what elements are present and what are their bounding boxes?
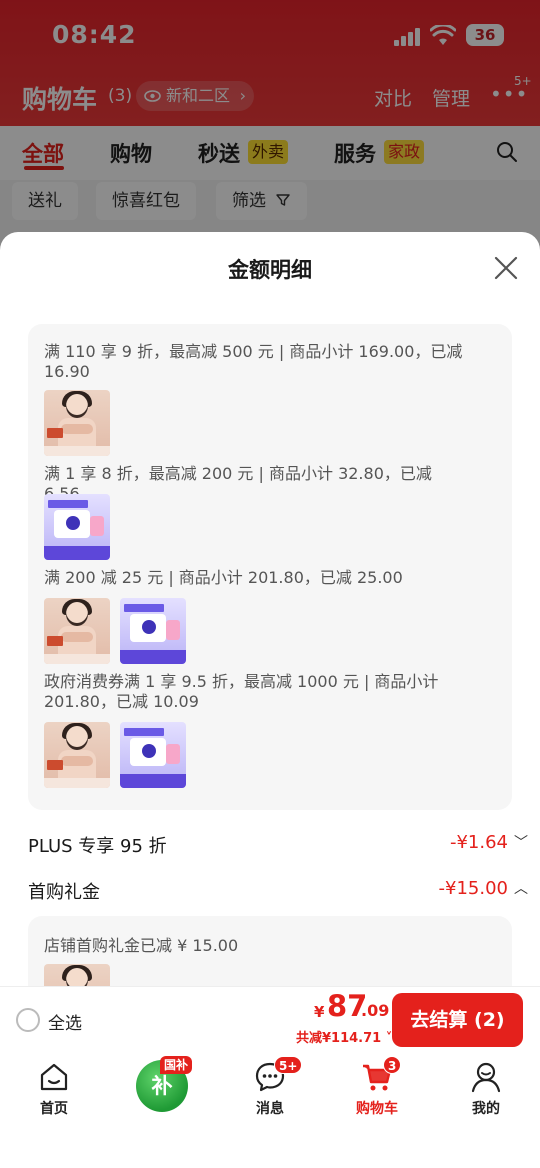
price-currency: ¥ bbox=[314, 1003, 325, 1021]
total-saved-text: 共减¥114.71 bbox=[296, 1031, 382, 1046]
user-icon bbox=[471, 1062, 501, 1093]
select-all-checkbox[interactable] bbox=[16, 1008, 40, 1032]
amount-detail-sheet: 金额明细 . — 满 110 享 9 折，最高减 500 元 | 商品小计 16… bbox=[0, 232, 540, 992]
first-purchase-detail: 店铺首购礼金已减 ¥ 15.00 bbox=[28, 916, 512, 992]
total-saved-toggle[interactable]: 共减¥114.71 ˅ bbox=[296, 1027, 392, 1046]
subsidy-tag: 国补 bbox=[160, 1056, 193, 1074]
nav-home[interactable]: 首页 bbox=[14, 1060, 94, 1118]
first-purchase-value: -¥15.00 bbox=[438, 878, 508, 899]
plus-discount-label: PLUS 专享 95 折 bbox=[28, 836, 167, 857]
promo-breakdown: 满 110 享 9 折，最高减 500 元 | 商品小计 169.00，已减 1… bbox=[28, 324, 512, 810]
product-thumbnail-tissue[interactable] bbox=[44, 494, 110, 560]
first-purchase-detail-text: 店铺首购礼金已减 ¥ 15.00 bbox=[44, 936, 239, 955]
cart-badge: 3 bbox=[383, 1056, 402, 1074]
chevron-down-icon: ﹀ bbox=[514, 835, 528, 851]
nav-home-label: 首页 bbox=[40, 1101, 68, 1117]
product-thumbnail-bra[interactable] bbox=[44, 390, 110, 456]
product-thumbnail-bra[interactable] bbox=[44, 722, 110, 788]
subsidy-icon: 补 bbox=[151, 1074, 173, 1098]
first-purchase-gift-row[interactable]: 首购礼金 -¥15.00 ︿ bbox=[28, 878, 528, 904]
chevron-down-icon: ˅ bbox=[381, 1031, 393, 1046]
product-thumbnail-bra[interactable] bbox=[44, 598, 110, 664]
nav-mine[interactable]: 我的 bbox=[446, 1060, 526, 1118]
promo-line: 政府消费券满 1 享 9.5 折，最高减 1000 元 | 商品小计 201.8… bbox=[44, 672, 439, 711]
nav-cart-label: 购物车 bbox=[356, 1101, 398, 1117]
nav-cart[interactable]: 3 购物车 bbox=[337, 1056, 417, 1118]
checkout-button[interactable]: 去结算 (2) bbox=[392, 993, 523, 1047]
product-thumbnail-tissue[interactable] bbox=[120, 722, 186, 788]
plus-discount-row[interactable]: PLUS 专享 95 折 -¥1.64 ﹀ bbox=[28, 832, 528, 858]
cut-off-row: . — bbox=[28, 300, 498, 306]
bottom-nav: 首页 补 国补 5+ 消息 3 购物车 我的 bbox=[0, 1052, 540, 1168]
sheet-scroll-area[interactable]: . — 满 110 享 9 折，最高减 500 元 | 商品小计 169.00，… bbox=[0, 300, 540, 992]
price-decimal: .09 bbox=[361, 1001, 390, 1020]
sheet-title: 金额明细 bbox=[228, 258, 312, 282]
product-thumbnail-tissue[interactable] bbox=[120, 598, 186, 664]
nav-message[interactable]: 5+ 消息 bbox=[230, 1056, 310, 1118]
select-all-label[interactable]: 全选 bbox=[48, 1009, 82, 1034]
first-purchase-label: 首购礼金 bbox=[28, 882, 100, 903]
promo-line: 满 110 享 9 折，最高减 500 元 | 商品小计 169.00，已减 1… bbox=[44, 342, 463, 381]
message-badge: 5+ bbox=[274, 1056, 303, 1074]
home-icon bbox=[40, 1063, 68, 1091]
plus-discount-value: -¥1.64 bbox=[449, 832, 508, 853]
promo-line: 满 200 减 25 元 | 商品小计 201.80，已减 25.00 bbox=[44, 568, 403, 587]
nav-mine-label: 我的 bbox=[472, 1101, 500, 1117]
close-icon[interactable] bbox=[492, 254, 520, 282]
nav-message-label: 消息 bbox=[256, 1101, 284, 1117]
chevron-up-icon: ︿ bbox=[514, 881, 528, 897]
checkout-bar: 全选 ¥ 87 .09 共减¥114.71 ˅ 去结算 (2) bbox=[0, 986, 540, 1052]
